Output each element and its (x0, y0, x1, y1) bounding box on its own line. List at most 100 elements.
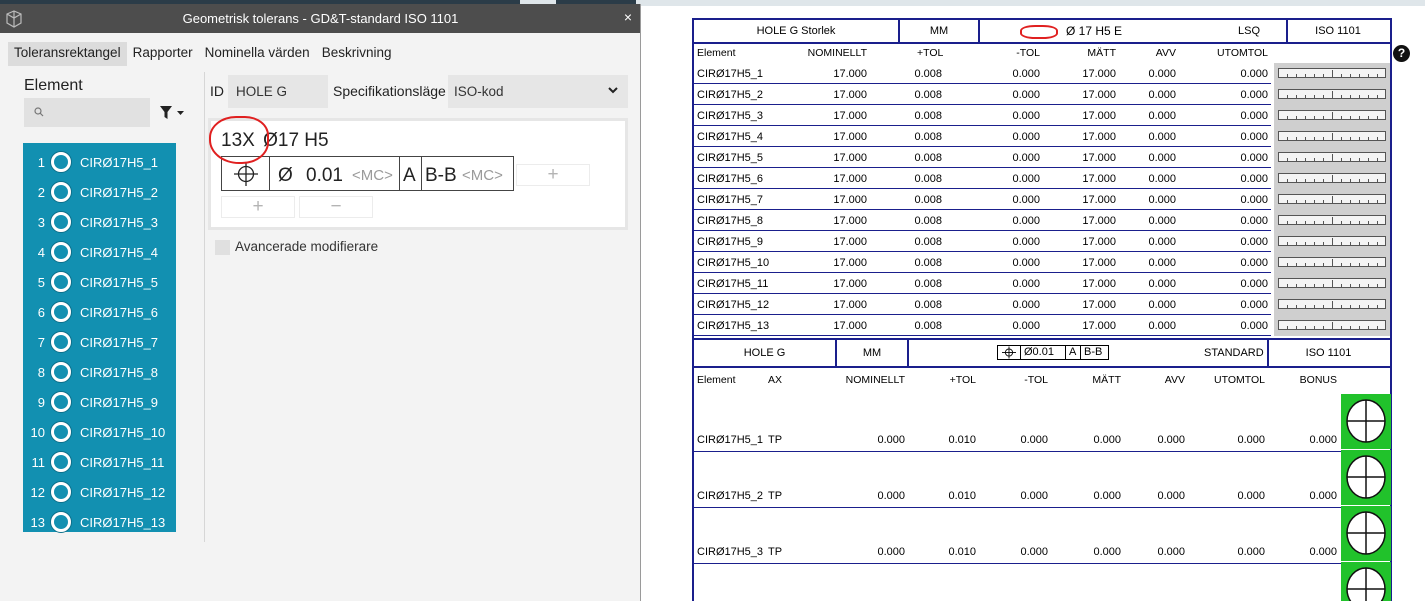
tab-description[interactable]: Beskrivning (316, 42, 398, 66)
report-size-cell: 0.000 (1148, 68, 1176, 80)
report-size-name-cell: HOLE G Storlek (694, 20, 900, 42)
report-size-cell: 0.000 (1240, 110, 1268, 122)
element-list-item[interactable]: 13 CIRØ17H5_13 (23, 507, 176, 537)
target-icon (1346, 511, 1386, 555)
report-size-cell: 0.000 (1240, 68, 1268, 80)
advanced-modifiers-label: Avancerade modifierare (235, 239, 379, 254)
element-name: CIRØ17H5_2 (80, 185, 159, 200)
element-list-item[interactable]: 10 CIRØ17H5_10 (23, 417, 176, 447)
report-position-cell: 0.000 (1309, 546, 1337, 558)
report-size-cell: 0.000 (1148, 152, 1176, 164)
element-name: CIRØ17H5_5 (80, 275, 159, 290)
report-size-cell: 0.008 (914, 257, 942, 269)
circle-feature-icon (50, 481, 72, 503)
report-size-row: CIRØ17H5_7 17.000 0.008 0.000 17.000 0.000 0.0… (694, 188, 1390, 210)
id-input[interactable]: HOLE G (228, 75, 328, 108)
report-size-cell: 17.000 (833, 320, 867, 332)
report-position-column-header: MÄTT (1092, 374, 1121, 386)
report-size-cell: 17.000 (1082, 320, 1116, 332)
element-label: Element (24, 77, 83, 94)
tab-nominal-values[interactable]: Nominella värden (199, 42, 316, 66)
element-list-item[interactable]: 2 CIRØ17H5_2 (23, 177, 176, 207)
report-size-cell: 0.000 (1012, 257, 1040, 269)
element-list-item[interactable]: 11 CIRØ17H5_11 (23, 447, 176, 477)
position-icon (1002, 346, 1016, 359)
report-size-row: CIRØ17H5_3 17.000 0.008 0.000 17.000 0.000 0.0… (694, 104, 1390, 126)
datum-a: A (403, 165, 416, 186)
element-list-item[interactable]: 4 CIRØ17H5_4 (23, 237, 176, 267)
report-size-unit: MM (929, 25, 949, 37)
circle-feature-icon (50, 241, 72, 263)
report-size-cell: 0.000 (1148, 257, 1176, 269)
element-list-item[interactable]: 3 CIRØ17H5_3 (23, 207, 176, 237)
element-list-item[interactable]: 12 CIRØ17H5_12 (23, 477, 176, 507)
advanced-modifiers-checkbox[interactable] (215, 240, 230, 255)
modifier-placeholder[interactable]: <MC> (352, 167, 393, 184)
tolerance-cell[interactable]: Ø 0.01 <MC> (270, 157, 400, 190)
element-list-item[interactable]: 1 CIRØ17H5_1 (23, 147, 176, 177)
report-size-cell: CIRØ17H5_8 (697, 215, 764, 227)
element-number: 13 (30, 515, 45, 530)
report-position-cell: 0.000 (877, 434, 905, 446)
tab-tolerance-frame[interactable]: Toleransrektangel (8, 42, 127, 66)
report-size-cell: CIRØ17H5_6 (697, 173, 764, 185)
element-list-item[interactable]: 7 CIRØ17H5_7 (23, 327, 176, 357)
deviation-bar (1274, 294, 1390, 315)
deviation-bar (1274, 231, 1390, 252)
deviation-bar (1274, 84, 1390, 105)
element-name: CIRØ17H5_11 (80, 455, 165, 470)
element-search-input[interactable] (24, 98, 150, 127)
deviation-bar (1274, 252, 1390, 273)
red-annotation-circle (209, 116, 269, 164)
report-size-cell: 0.000 (1012, 320, 1040, 332)
report-fcf-bb: B-B (1084, 346, 1103, 358)
help-icon[interactable]: ? (1393, 45, 1410, 62)
pass-indicator (1341, 562, 1391, 601)
report-fcf: Ø0.01 A B-B (997, 345, 1109, 360)
feature-control-frame[interactable]: Ø 0.01 <MC> A B-B <MC> (221, 156, 514, 191)
dialog-title: Geometrisk tolerans - GD&T-standard ISO … (182, 11, 459, 26)
report-size-cell: 0.000 (1012, 68, 1040, 80)
report-size-cell: 0.000 (1240, 89, 1268, 101)
remove-frame-button[interactable]: − (299, 196, 373, 218)
modifier-placeholder[interactable]: <MC> (462, 167, 503, 184)
element-number: 5 (37, 275, 45, 290)
element-list-item[interactable]: 8 CIRØ17H5_8 (23, 357, 176, 387)
datum-a-cell[interactable]: A (400, 157, 422, 190)
report-sheet: HOLE G Storlek MM Ø 17 H5 E LSQ ISO 1101… (692, 18, 1392, 601)
datum-bb-cell[interactable]: B-B <MC> (422, 157, 514, 190)
tab-reports[interactable]: Rapporter (127, 42, 199, 66)
report-size-column-header: Element (697, 47, 736, 59)
report-position-cell: TP (768, 546, 783, 558)
spec-mode-select[interactable]: ISO-kod (448, 75, 628, 108)
pass-indicator (1341, 394, 1391, 449)
add-datum-button[interactable]: + (516, 164, 590, 186)
close-icon[interactable]: × (624, 9, 632, 25)
report-position-column-header: AVV (1164, 374, 1185, 386)
report-size-cell: 0.008 (914, 215, 942, 227)
deviation-bar (1274, 210, 1390, 231)
report-size-row: CIRØ17H5_9 17.000 0.008 0.000 17.000 0.000 0.0… (694, 230, 1390, 252)
report-size-cell: 0.008 (914, 320, 942, 332)
report-size-row: CIRØ17H5_10 17.000 0.008 0.000 17.000 0.000 0.… (694, 251, 1390, 273)
element-list-item[interactable]: 5 CIRØ17H5_5 (23, 267, 176, 297)
report-position-row: CIRØ17H5_3 TP 0.000 0.010 0.000 0.000 0.000 0.0… (694, 546, 1341, 560)
report-size-cell: 0.000 (1148, 131, 1176, 143)
report-position-cell: 0.000 (1309, 434, 1337, 446)
element-list-item[interactable]: 6 CIRØ17H5_6 (23, 297, 176, 327)
deviation-bar (1274, 105, 1390, 126)
report-size-cell: 0.000 (1240, 173, 1268, 185)
report-size-cell: 0.000 (1012, 215, 1040, 227)
report-size-cell: 17.000 (1082, 131, 1116, 143)
report-size-cell: 0.000 (1240, 152, 1268, 164)
report-size-cell: 0.000 (1012, 278, 1040, 290)
add-frame-button[interactable]: + (221, 196, 295, 218)
report-position-cell: 0.000 (1093, 434, 1121, 446)
circle-feature-icon (50, 391, 72, 413)
filter-icon[interactable] (160, 106, 186, 120)
report-size-cell: CIRØ17H5_1 (697, 68, 764, 80)
report-size-cell: 0.008 (914, 68, 942, 80)
report-position-cell: 0.000 (1020, 434, 1048, 446)
report-size-cell: 17.000 (1082, 173, 1116, 185)
element-list-item[interactable]: 9 CIRØ17H5_9 (23, 387, 176, 417)
